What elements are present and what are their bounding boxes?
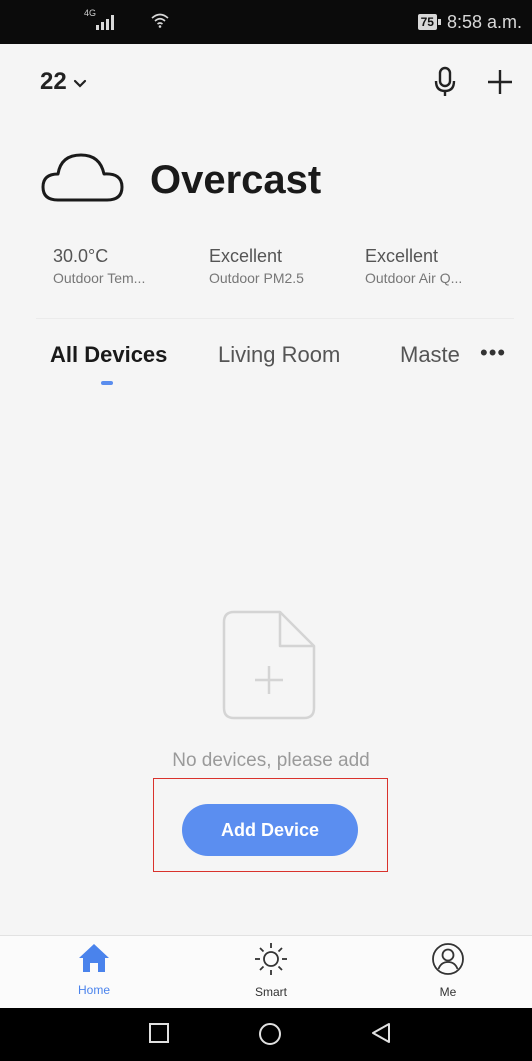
tab-master[interactable]: Maste bbox=[400, 342, 460, 368]
stat-air-quality: Excellent Outdoor Air Q... bbox=[365, 246, 521, 286]
home-circle-icon[interactable] bbox=[258, 1022, 282, 1051]
stat-label: Outdoor Air Q... bbox=[365, 270, 463, 286]
back-icon[interactable] bbox=[370, 1022, 392, 1049]
nav-label: Home bbox=[77, 983, 110, 997]
status-right: 75 8:58 a.m. bbox=[417, 11, 522, 33]
weather-stats: 30.0°C Outdoor Tem... Excellent Outdoor … bbox=[53, 246, 521, 286]
nav-smart[interactable]: Smart bbox=[226, 942, 316, 999]
weather-condition: Overcast bbox=[150, 158, 322, 202]
recents-icon[interactable] bbox=[148, 1022, 170, 1049]
nav-label: Me bbox=[439, 985, 457, 999]
stat-value: 30.0°C bbox=[53, 246, 109, 266]
plus-icon[interactable] bbox=[486, 68, 514, 96]
chevron-down-icon bbox=[73, 68, 87, 96]
cloud-icon bbox=[40, 150, 126, 211]
nav-label: Smart bbox=[254, 985, 287, 999]
stat-value: Excellent bbox=[209, 246, 283, 266]
status-bar: 4G 75 8:58 a.m. bbox=[0, 0, 532, 44]
header-actions bbox=[434, 66, 514, 98]
home-icon bbox=[77, 942, 111, 979]
stat-pm25: Excellent Outdoor PM2.5 bbox=[209, 246, 365, 286]
android-nav-bar bbox=[0, 1008, 532, 1061]
app-header: 22 bbox=[0, 44, 532, 120]
more-icon[interactable]: ••• bbox=[480, 340, 506, 366]
battery-indicator: 75 bbox=[417, 14, 442, 30]
nav-me[interactable]: Me bbox=[403, 942, 493, 999]
weather-section: Overcast bbox=[40, 150, 321, 211]
home-name: 22 bbox=[40, 68, 67, 95]
user-icon bbox=[431, 942, 465, 981]
stat-label: Outdoor PM2.5 bbox=[209, 270, 304, 286]
add-file-icon bbox=[222, 608, 318, 727]
stat-label: Outdoor Tem... bbox=[53, 270, 146, 286]
active-tab-indicator bbox=[101, 381, 113, 385]
empty-message: No devices, please add bbox=[172, 750, 370, 771]
add-device-button[interactable]: Add Device bbox=[182, 804, 358, 856]
status-time: 8:58 a.m. bbox=[446, 11, 522, 32]
room-tabs: All Devices Living Room Maste ••• bbox=[50, 340, 520, 385]
tab-living-room[interactable]: Living Room bbox=[218, 342, 340, 368]
nav-home[interactable]: Home bbox=[49, 942, 139, 997]
microphone-icon[interactable] bbox=[434, 66, 456, 98]
home-selector[interactable]: 22 bbox=[40, 68, 87, 96]
tab-all-devices[interactable]: All Devices bbox=[50, 342, 167, 368]
wifi-icon bbox=[150, 12, 170, 33]
signal-icon: 4G bbox=[84, 8, 114, 30]
stat-temperature: 30.0°C Outdoor Tem... bbox=[53, 246, 209, 286]
bottom-nav: Home Smart Me bbox=[0, 935, 532, 1008]
stat-value: Excellent bbox=[365, 246, 439, 266]
status-left: 4G bbox=[84, 8, 170, 33]
sun-icon bbox=[254, 942, 288, 981]
network-type: 4G bbox=[84, 8, 97, 18]
divider bbox=[36, 318, 514, 319]
